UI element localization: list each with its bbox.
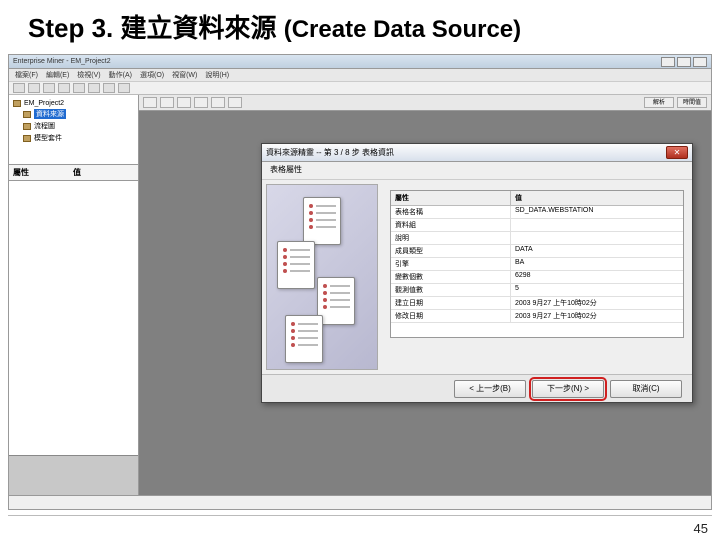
wizard-subtitle: 表格屬性 — [262, 162, 692, 180]
minimize-button[interactable] — [661, 57, 675, 67]
menu-item[interactable]: 編輯(E) — [46, 70, 69, 80]
step-prefix: Step 3. — [28, 13, 113, 43]
left-pane: EM_Project2 資料來源 流程圖 模型套件 屬性 值 — [9, 95, 139, 495]
tab-button[interactable]: 時間值 — [677, 97, 707, 108]
prop-col-label: 屬性 — [13, 167, 73, 178]
close-button[interactable] — [693, 57, 707, 67]
canvas-tool[interactable] — [143, 97, 157, 108]
document-icon — [277, 241, 315, 289]
canvas-toolbar: 解析 時間值 — [139, 95, 711, 111]
footer-rule — [8, 515, 712, 516]
title-sub: (Create Data Source) — [284, 16, 521, 43]
menu-item[interactable]: 檔案(F) — [15, 70, 38, 80]
table-row: 表格名稱SD_DATA.WEBSTATION — [391, 206, 683, 219]
folder-icon — [23, 135, 31, 142]
toolbar-button[interactable] — [73, 83, 85, 93]
folder-icon — [23, 123, 31, 130]
canvas-tool[interactable] — [211, 97, 225, 108]
wizard-footer: < 上一步(B) 下一步(N) > 取消(C) — [262, 374, 692, 402]
maximize-button[interactable] — [677, 57, 691, 67]
document-icon — [285, 315, 323, 363]
menu-item[interactable]: 檢視(V) — [77, 70, 100, 80]
col-value: 值 — [511, 191, 683, 205]
menu-item[interactable]: 視窗(W) — [172, 70, 197, 80]
tree-root[interactable]: EM_Project2 — [24, 100, 64, 107]
canvas-pane: 解析 時間值 資料來源精靈 -- 第 3 / 8 步 表格資訊 ✕ 表格屬性 — [139, 95, 711, 495]
menu-item[interactable]: 選項(O) — [140, 70, 164, 80]
prop-col-value: 值 — [73, 167, 81, 178]
table-row: 成員類型DATA — [391, 245, 683, 258]
app-window: Enterprise Miner - EM_Project2 檔案(F) 編輯(… — [8, 54, 712, 510]
canvas-tool[interactable] — [160, 97, 174, 108]
slide-title: Step 3. 建立資料來源 (Create Data Source) — [0, 0, 720, 49]
canvas-tool[interactable] — [228, 97, 242, 108]
toolbar-button[interactable] — [118, 83, 130, 93]
menu-item[interactable]: 說明(H) — [205, 70, 229, 80]
title-cjk: 建立資料來源 — [120, 13, 276, 43]
properties-footer — [9, 455, 138, 495]
tab-button[interactable]: 解析 — [644, 97, 674, 108]
app-titlebar: Enterprise Miner - EM_Project2 — [9, 55, 711, 69]
table-row: 引擎BA — [391, 258, 683, 271]
toolbar-button[interactable] — [88, 83, 100, 93]
page-number: 45 — [694, 521, 708, 536]
wizard-close-button[interactable]: ✕ — [666, 146, 688, 159]
table-row: 建立日期2003 9月27 上午10時02分 — [391, 297, 683, 310]
canvas-tool[interactable] — [194, 97, 208, 108]
data-source-wizard: 資料來源精靈 -- 第 3 / 8 步 表格資訊 ✕ 表格屬性 — [261, 143, 693, 403]
table-row: 修改日期2003 9月27 上午10時02分 — [391, 310, 683, 323]
table-row: 資料組 — [391, 219, 683, 232]
cancel-button[interactable]: 取消(C) — [610, 380, 682, 398]
toolbar-button[interactable] — [13, 83, 25, 93]
statusbar — [9, 495, 711, 509]
app-title: Enterprise Miner - EM_Project2 — [13, 58, 111, 65]
back-button[interactable]: < 上一步(B) — [454, 380, 526, 398]
folder-icon — [13, 100, 21, 107]
document-icon — [303, 197, 341, 245]
wizard-titlebar: 資料來源精靈 -- 第 3 / 8 步 表格資訊 ✕ — [262, 144, 692, 162]
table-row: 觀測值數5 — [391, 284, 683, 297]
col-property: 屬性 — [391, 191, 511, 205]
tree-item-selected[interactable]: 資料來源 — [34, 109, 66, 119]
tree-item[interactable]: 流程圖 — [34, 121, 55, 131]
folder-icon — [23, 111, 31, 118]
toolbar — [9, 81, 711, 95]
menubar: 檔案(F) 編輯(E) 檢視(V) 動作(A) 選項(O) 視窗(W) 說明(H… — [9, 69, 711, 81]
properties-header: 屬性 值 — [9, 165, 138, 181]
table-row: 變數個數6298 — [391, 271, 683, 284]
toolbar-button[interactable] — [28, 83, 40, 93]
toolbar-button[interactable] — [103, 83, 115, 93]
project-tree[interactable]: EM_Project2 資料來源 流程圖 模型套件 — [9, 95, 138, 165]
table-row: 說明 — [391, 232, 683, 245]
canvas-tool[interactable] — [177, 97, 191, 108]
toolbar-button[interactable] — [43, 83, 55, 93]
menu-item[interactable]: 動作(A) — [109, 70, 132, 80]
tree-item[interactable]: 模型套件 — [34, 133, 62, 143]
table-properties: 屬性 值 表格名稱SD_DATA.WEBSTATION 資料組 說明 成員類型D… — [390, 190, 684, 338]
next-button[interactable]: 下一步(N) > — [532, 380, 604, 398]
properties-body — [9, 181, 138, 455]
wizard-title-text: 資料來源精靈 -- 第 3 / 8 步 表格資訊 — [266, 147, 394, 158]
toolbar-button[interactable] — [58, 83, 70, 93]
wizard-graphic — [266, 184, 378, 370]
